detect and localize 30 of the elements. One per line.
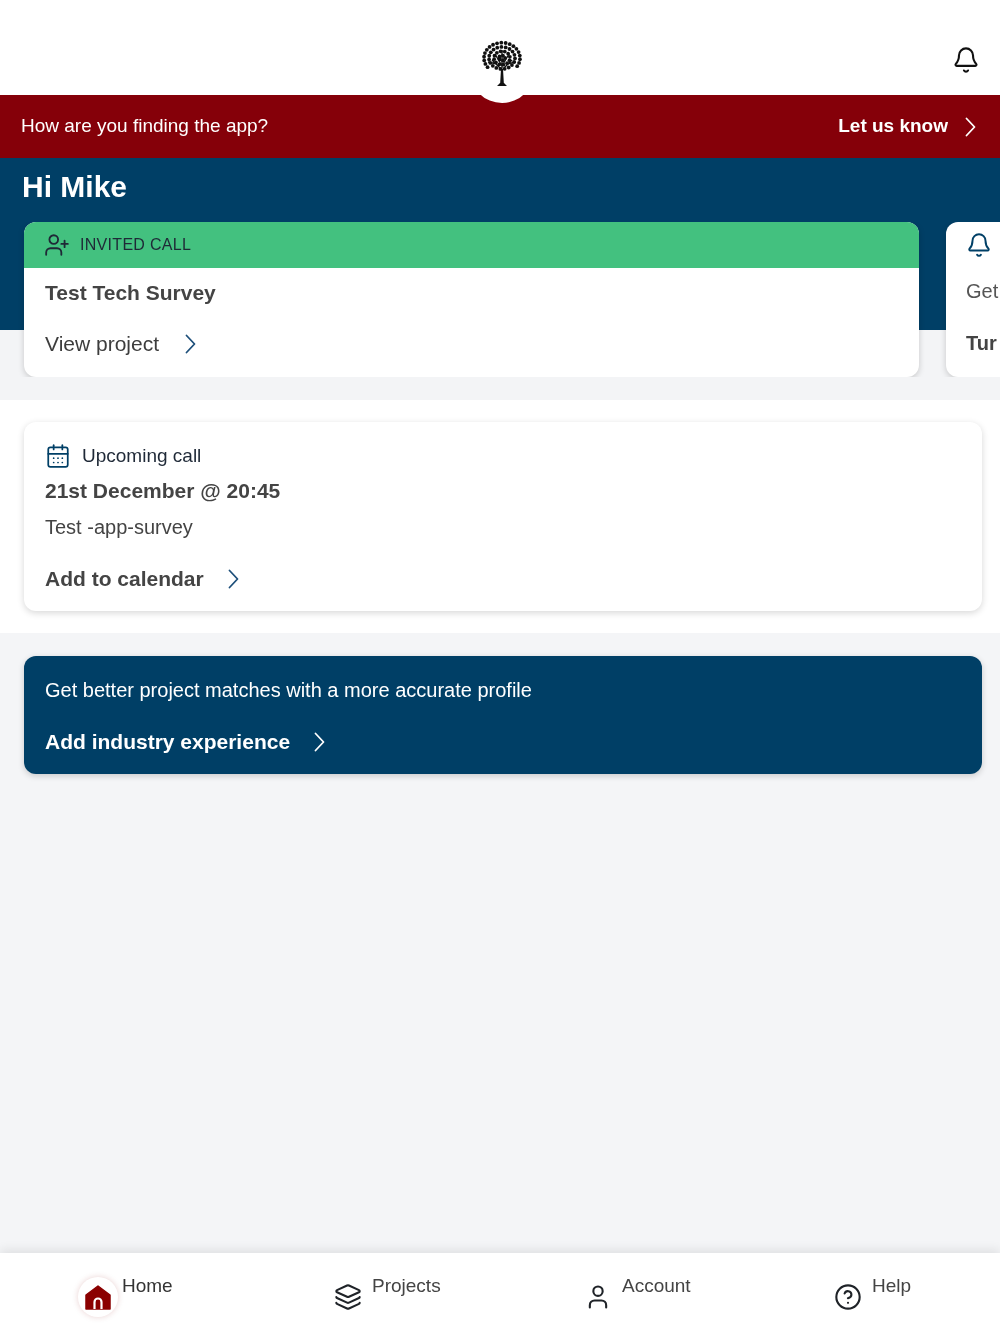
house-icon (78, 1277, 118, 1317)
layers-icon (334, 1283, 362, 1311)
notice-link: Tur (966, 331, 997, 356)
view-project-link[interactable]: View project (45, 331, 196, 357)
call-project: Test -app-survey (45, 515, 193, 540)
greeting: Hi Mike (21, 169, 129, 205)
call-date: 21st December @ 20:45 (45, 478, 281, 504)
add-to-calendar-link[interactable]: Add to calendar (45, 566, 239, 592)
notice-title: Get (966, 279, 999, 304)
project-title: Test Tech Survey (45, 280, 216, 305)
chevron-right-icon (185, 334, 196, 354)
card-tag: INVITED CALL (80, 233, 192, 257)
tab-bar-item[interactable]: Help (750, 1253, 1000, 1334)
feedback-question: How are you finding the app? (21, 114, 269, 139)
chevron-right-icon (965, 116, 976, 137)
tab-bar-item[interactable]: Projects (250, 1253, 500, 1334)
calendar-icon (45, 443, 71, 469)
let-us-know-link[interactable]: Let us know (838, 112, 976, 141)
add-industry-experience-link[interactable]: Add industry experience (45, 729, 326, 755)
upcoming-call-label: Upcoming call (82, 444, 202, 468)
user-plus-icon (44, 232, 70, 258)
tab-bar-item[interactable]: Home (0, 1253, 250, 1334)
notice-card[interactable]: Get Tur (946, 222, 1000, 377)
chevron-right-icon (314, 732, 326, 752)
help-icon (834, 1283, 862, 1311)
chevron-right-icon (227, 569, 239, 589)
notifications-icon[interactable] (952, 46, 980, 74)
bell-icon (966, 232, 992, 258)
tab-bar-item[interactable]: Account (500, 1253, 750, 1334)
profile-prompt-text: Get better project matches with a more accurate profile (45, 678, 532, 703)
